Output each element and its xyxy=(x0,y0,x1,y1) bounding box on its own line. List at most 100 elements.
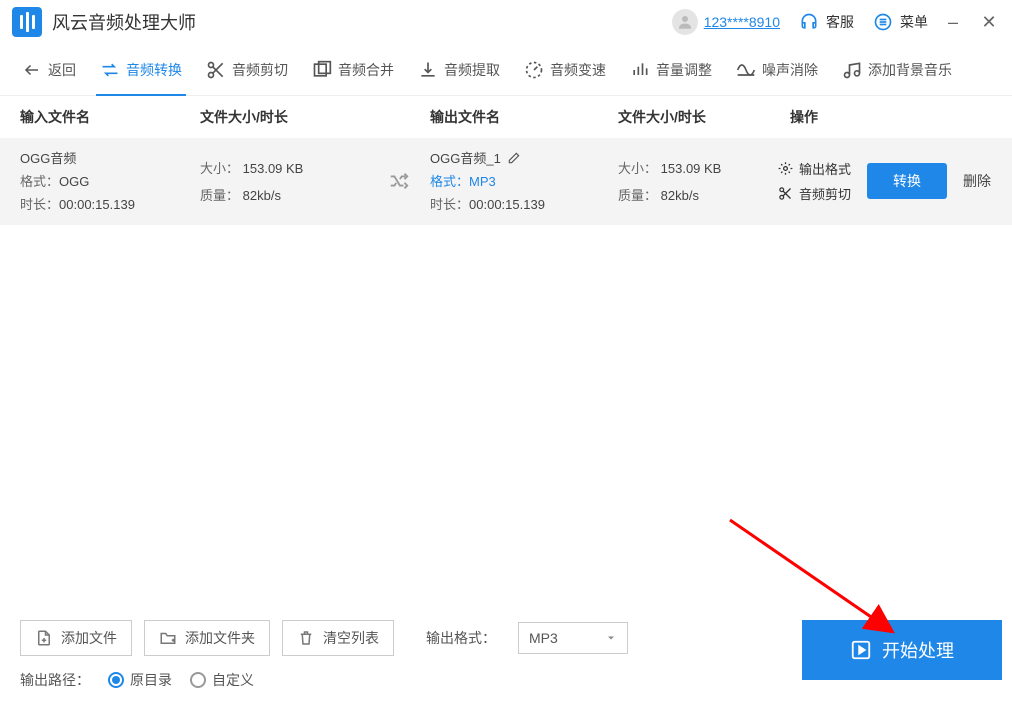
nav-label: 添加背景音乐 xyxy=(868,60,952,80)
nav-label: 音频提取 xyxy=(444,60,500,80)
output-duration: 00:00:15.139 xyxy=(469,197,545,212)
output-format-value: MP3 xyxy=(529,630,558,646)
avatar-icon xyxy=(672,9,698,35)
menu-label: 菜单 xyxy=(900,12,928,32)
output-file-info: OGG音频_1 格式：MP3 时长：00:00:15.139 xyxy=(430,148,618,213)
support-link[interactable]: 客服 xyxy=(798,11,854,33)
music-icon xyxy=(842,60,862,80)
op-format-label: 输出格式 xyxy=(799,159,851,178)
quality-label: 质量： xyxy=(200,188,239,203)
minimize-button[interactable]: – xyxy=(942,12,964,33)
chevron-down-icon xyxy=(605,632,617,644)
dur-label: 时长： xyxy=(20,197,59,212)
gear-icon xyxy=(778,161,793,176)
bottom-bar: 添加文件 添加文件夹 清空列表 输出格式： MP3 输出路径： 原目录 自定义 … xyxy=(0,620,1012,690)
output-quality: 82kb/s xyxy=(661,188,699,203)
out-format-label: 格式： xyxy=(430,174,469,189)
add-file-label: 添加文件 xyxy=(61,628,117,648)
scissors-small-icon xyxy=(778,186,793,201)
back-button[interactable]: 返回 xyxy=(10,44,88,95)
format-label: 格式： xyxy=(20,174,59,189)
convert-icon xyxy=(100,60,120,80)
input-size-info: 大小： 153.09 KB 质量： 82kb/s xyxy=(200,158,430,204)
nav-audio-merge[interactable]: 音频合并 xyxy=(300,44,406,95)
menu-button[interactable]: 菜单 xyxy=(872,11,928,33)
th-size1: 文件大小/时长 xyxy=(200,107,430,127)
output-format-select[interactable]: MP3 xyxy=(518,622,628,654)
row-ops: 输出格式 音频剪切 转换 删除 xyxy=(778,159,992,203)
nav-bgm[interactable]: 添加背景音乐 xyxy=(830,44,964,95)
arrow-left-icon xyxy=(22,60,42,80)
table-row: OGG音频 格式：OGG 时长：00:00:15.139 大小： 153.09 … xyxy=(0,138,1012,225)
convert-button[interactable]: 转换 xyxy=(867,163,947,199)
speed-icon xyxy=(524,60,544,80)
play-icon xyxy=(850,639,872,661)
table-header: 输入文件名 文件大小/时长 输出文件名 文件大小/时长 操作 xyxy=(0,96,1012,138)
input-quality: 82kb/s xyxy=(243,188,281,203)
nav-noise-remove[interactable]: 噪声消除 xyxy=(724,44,830,95)
volume-icon xyxy=(630,60,650,80)
input-file-info: OGG音频 格式：OGG 时长：00:00:15.139 xyxy=(20,148,200,213)
th-output-name: 输出文件名 xyxy=(430,107,618,127)
nav-audio-extract[interactable]: 音频提取 xyxy=(406,44,512,95)
extract-icon xyxy=(418,60,438,80)
noise-icon xyxy=(736,60,756,80)
delete-link[interactable]: 删除 xyxy=(963,171,991,191)
add-file-button[interactable]: 添加文件 xyxy=(20,620,132,656)
path-custom-label: 自定义 xyxy=(212,670,254,690)
add-folder-button[interactable]: 添加文件夹 xyxy=(144,620,270,656)
output-format-link[interactable]: 输出格式 xyxy=(778,159,851,178)
headset-icon xyxy=(798,11,820,33)
menu-icon xyxy=(872,11,894,33)
start-process-button[interactable]: 开始处理 xyxy=(802,620,1002,680)
nav-label: 音频变速 xyxy=(550,60,606,80)
nav-audio-speed[interactable]: 音频变速 xyxy=(512,44,618,95)
user-account[interactable]: 123****8910 xyxy=(672,9,780,35)
output-size-info: 大小： 153.09 KB 质量： 82kb/s xyxy=(618,158,778,204)
titlebar: 风云音频处理大师 123****8910 客服 菜单 – ✕ xyxy=(0,0,1012,44)
input-size: 153.09 KB xyxy=(243,161,304,176)
merge-icon xyxy=(312,60,332,80)
trash-icon xyxy=(297,629,315,647)
quality-label2: 质量： xyxy=(618,188,657,203)
app-logo xyxy=(12,7,42,37)
support-label: 客服 xyxy=(826,12,854,32)
shuffle-icon[interactable] xyxy=(388,170,422,192)
input-format: OGG xyxy=(59,174,89,189)
th-size2: 文件大小/时长 xyxy=(618,107,778,127)
user-id: 123****8910 xyxy=(704,14,780,30)
back-label: 返回 xyxy=(48,60,76,80)
output-size: 153.09 KB xyxy=(661,161,722,176)
audio-cut-link[interactable]: 音频剪切 xyxy=(778,184,851,203)
path-original-label: 原目录 xyxy=(130,670,172,690)
file-plus-icon xyxy=(35,629,53,647)
scissors-icon xyxy=(206,60,226,80)
edit-icon[interactable] xyxy=(507,151,521,165)
nav-audio-convert[interactable]: 音频转换 xyxy=(88,44,194,95)
out-dur-label: 时长： xyxy=(430,197,469,212)
output-format-label: 输出格式： xyxy=(426,628,496,648)
nav-label: 音频剪切 xyxy=(232,60,288,80)
folder-plus-icon xyxy=(159,629,177,647)
input-duration: 00:00:15.139 xyxy=(59,197,135,212)
path-custom-radio[interactable]: 自定义 xyxy=(190,670,254,690)
close-button[interactable]: ✕ xyxy=(978,12,1000,33)
nav-audio-cut[interactable]: 音频剪切 xyxy=(194,44,300,95)
start-label: 开始处理 xyxy=(882,637,954,663)
input-name: OGG音频 xyxy=(20,148,200,167)
nav-toolbar: 返回 音频转换 音频剪切 音频合并 音频提取 音频变速 音量调整 噪声消除 添加… xyxy=(0,44,1012,96)
nav-volume-adjust[interactable]: 音量调整 xyxy=(618,44,724,95)
nav-label: 音量调整 xyxy=(656,60,712,80)
clear-list-button[interactable]: 清空列表 xyxy=(282,620,394,656)
size-label2: 大小： xyxy=(618,161,657,176)
add-folder-label: 添加文件夹 xyxy=(185,628,255,648)
output-format[interactable]: MP3 xyxy=(469,174,496,189)
output-name: OGG音频_1 xyxy=(430,148,501,167)
nav-label: 音频转换 xyxy=(126,60,182,80)
path-original-radio[interactable]: 原目录 xyxy=(108,670,172,690)
th-input-name: 输入文件名 xyxy=(20,107,200,127)
nav-label: 音频合并 xyxy=(338,60,394,80)
clear-list-label: 清空列表 xyxy=(323,628,379,648)
size-label: 大小： xyxy=(200,161,239,176)
nav-label: 噪声消除 xyxy=(762,60,818,80)
